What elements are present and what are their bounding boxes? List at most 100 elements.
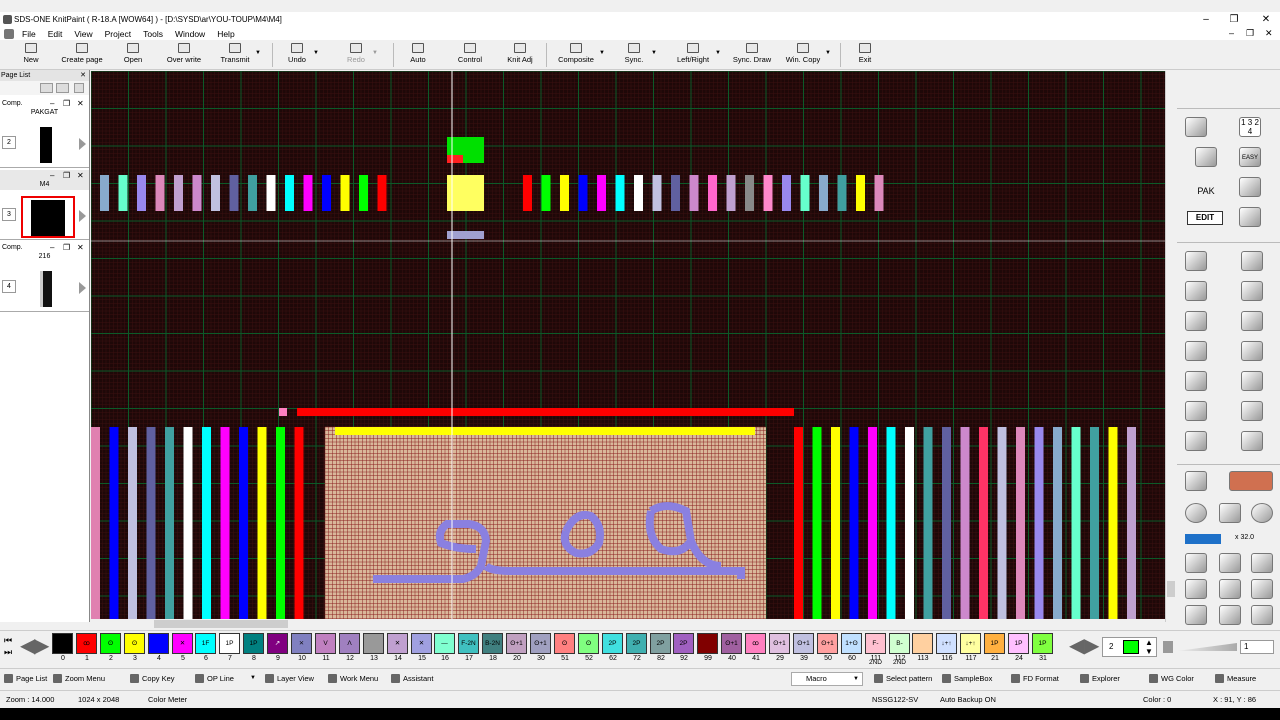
fd-format-button[interactable]: FD Format <box>1011 674 1059 683</box>
doc-minimize-button[interactable]: – <box>1229 27 1234 40</box>
page-thumbnail[interactable] <box>22 269 74 309</box>
chevron-down-icon[interactable]: ▼ <box>372 50 378 56</box>
menu-window[interactable]: Window <box>169 29 211 39</box>
page-card[interactable]: Comp. – ❐ ✕ PAKGAT 2 <box>0 98 89 168</box>
palette-next-icon[interactable]: ▶ <box>34 633 49 658</box>
chevron-down-icon[interactable]: ▼ <box>715 50 721 56</box>
color-swatch[interactable]: ʘ <box>124 633 145 654</box>
arrow-down-left-icon[interactable] <box>1181 601 1211 629</box>
expand-arrow-icon[interactable] <box>79 282 86 294</box>
color-swatch[interactable]: ✕ <box>172 633 193 654</box>
restore-icon[interactable]: ❐ <box>63 242 70 253</box>
shape-tool[interactable] <box>1181 277 1211 305</box>
copy-key-button[interactable]: Copy Key <box>130 674 175 683</box>
close-icon[interactable]: ✕ <box>77 98 84 109</box>
grid-select-tool[interactable] <box>1237 367 1267 395</box>
arrow-down-icon[interactable] <box>1215 601 1245 629</box>
color-swatch[interactable]: 2P <box>626 633 647 654</box>
auto-button[interactable]: Auto <box>405 42 431 68</box>
close-icon[interactable]: ✕ <box>77 170 84 181</box>
arrow-up-icon[interactable] <box>1215 549 1245 577</box>
paste-tool[interactable] <box>1237 397 1267 425</box>
color-swatch[interactable] <box>148 633 169 654</box>
color-swatch[interactable]: ✕ <box>411 633 432 654</box>
text-tool[interactable] <box>1181 247 1211 275</box>
color-swatch[interactable]: F-2ND <box>865 633 886 666</box>
settings-tool[interactable] <box>1235 173 1265 201</box>
color-swatch[interactable]: ʘ <box>578 633 599 654</box>
color-swatch[interactable]: 2P <box>650 633 671 654</box>
color-swatch[interactable]: 1P <box>219 633 240 654</box>
minimize-button[interactable]: – <box>1192 12 1220 27</box>
zoom-out-icon[interactable] <box>1181 499 1211 527</box>
color-swatch[interactable]: ꝏ <box>745 633 766 654</box>
copy-tool[interactable] <box>1181 397 1211 425</box>
color-swatch[interactable]: ✕ <box>387 633 408 654</box>
arrow-up-left-icon[interactable] <box>1181 549 1211 577</box>
menu-help[interactable]: Help <box>211 29 240 39</box>
minimize-icon[interactable]: – <box>50 242 54 253</box>
eraser-tool[interactable] <box>1237 427 1267 455</box>
close-button[interactable]: ✕ <box>1252 12 1280 27</box>
lasso-tool[interactable] <box>1237 247 1267 275</box>
menu-tools[interactable]: Tools <box>137 29 169 39</box>
color-swatch[interactable]: 2P <box>673 633 694 654</box>
left-right-button[interactable]: Left/Right ▼ <box>674 42 721 68</box>
chevron-down-icon[interactable]: ▼ <box>825 50 831 56</box>
menu-view[interactable]: View <box>68 29 98 39</box>
color-swatch[interactable]: ʘ+1 <box>817 633 838 654</box>
first-page-icon[interactable]: ⏮ <box>4 635 12 646</box>
control-button[interactable]: Control <box>452 42 488 68</box>
zoom-in-icon[interactable] <box>1247 499 1277 527</box>
move-tool[interactable] <box>1237 277 1267 305</box>
color-swatch[interactable] <box>52 633 73 654</box>
chevron-down-icon[interactable]: ▼ <box>255 50 261 56</box>
sample-box-button[interactable]: SampleBox <box>942 674 992 683</box>
yarn-slider[interactable] <box>1177 643 1237 651</box>
page-card[interactable]: Comp. – ❐ ✕ 216 4 <box>0 242 89 312</box>
sync-button[interactable]: Sync. ▼ <box>620 42 657 68</box>
color-swatch[interactable]: 1P <box>984 633 1005 654</box>
color-swatch[interactable]: ʘ <box>554 633 575 654</box>
color-swatch[interactable]: 1F <box>195 633 216 654</box>
knit-pattern-canvas[interactable] <box>91 71 1165 619</box>
new-button[interactable]: New <box>18 42 44 68</box>
grid-view-toggle[interactable] <box>1225 467 1275 495</box>
redo-button[interactable]: Redo ▼ <box>343 42 378 68</box>
composite-button[interactable]: Composite ▼ <box>556 42 605 68</box>
color-swatch[interactable] <box>697 633 718 654</box>
dropdown-icon[interactable] <box>74 83 84 93</box>
color-swatch[interactable]: B-2N <box>482 633 503 654</box>
knit-adj-button[interactable]: Knit Adj <box>504 42 536 68</box>
arrow-right-icon[interactable] <box>1247 575 1277 603</box>
color-swatch[interactable]: 1P <box>1032 633 1053 654</box>
restore-icon[interactable]: ❐ <box>63 170 70 181</box>
menu-project[interactable]: Project <box>99 29 137 39</box>
page-thumbnail[interactable] <box>22 125 74 165</box>
color-swatch[interactable]: 1P <box>1008 633 1029 654</box>
color-swatch[interactable]: ʘ+1 <box>721 633 742 654</box>
frame-tool[interactable] <box>1181 427 1211 455</box>
delete-tool[interactable] <box>1235 203 1265 231</box>
number-tool[interactable]: 1 3 2 4 <box>1235 113 1265 141</box>
color-swatch[interactable]: ⨯ <box>291 633 312 654</box>
measure-button[interactable]: Measure <box>1215 674 1256 683</box>
arrow-down-icon[interactable] <box>56 83 69 93</box>
open-button[interactable]: Open <box>119 42 147 68</box>
arrow-right-icon[interactable] <box>40 83 53 93</box>
op-line-button[interactable]: OP Line <box>195 674 234 683</box>
transmit-button[interactable]: Transmit ▼ <box>218 42 261 68</box>
color-swatch[interactable]: ↓+↑ <box>936 633 957 654</box>
page-list-button[interactable]: Page List <box>4 674 47 683</box>
work-menu-button[interactable]: Work Menu <box>328 674 378 683</box>
easy-tool[interactable]: EASY <box>1235 143 1265 171</box>
edit-button[interactable]: EDIT <box>1187 209 1229 227</box>
minimize-icon[interactable]: – <box>50 170 54 181</box>
color-swatch[interactable]: ʘ+1 <box>506 633 527 654</box>
close-icon[interactable]: ✕ <box>80 70 86 81</box>
page-thumbnail[interactable] <box>21 196 75 238</box>
chevron-down-icon[interactable]: ▼ <box>250 675 256 681</box>
overwrite-button[interactable]: Over write <box>165 42 203 68</box>
expand-arrow-icon[interactable] <box>79 138 86 150</box>
create-page-button[interactable]: Create page <box>60 42 104 68</box>
